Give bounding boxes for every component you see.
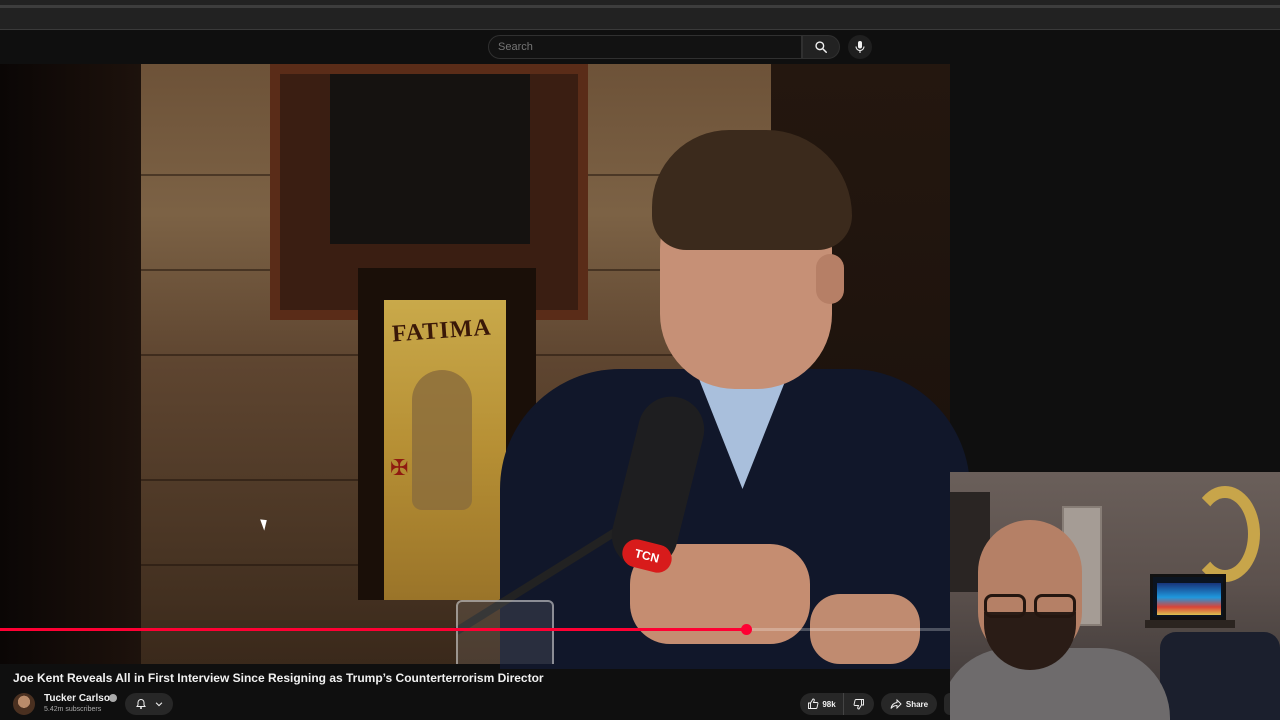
video-dark-edge (0, 64, 141, 664)
poster-cross: ✠ (390, 455, 409, 480)
webcam-sofa (1160, 632, 1280, 720)
poster-portrait (412, 370, 472, 510)
like-dislike-group: 98k (800, 693, 874, 715)
webcam-balloon (1190, 486, 1260, 582)
masthead (0, 30, 1280, 64)
host-figure (500, 64, 970, 669)
search-input[interactable] (488, 35, 802, 59)
tv-fireplace (1157, 583, 1221, 615)
like-count: 98k (822, 699, 836, 709)
dislike-button[interactable] (844, 693, 874, 715)
wall-frame-inner (330, 74, 530, 244)
webcam-overlay (950, 472, 1280, 720)
search-icon (815, 41, 828, 54)
bell-icon (135, 698, 146, 709)
thumbs-down-icon (853, 699, 864, 710)
like-button[interactable]: 98k (800, 693, 844, 715)
streamer-glasses (980, 594, 1080, 618)
thumbs-up-icon (808, 698, 819, 709)
progress-bar[interactable] (0, 624, 950, 635)
voice-search-button[interactable] (848, 35, 872, 59)
search-button[interactable] (802, 35, 840, 59)
browser-top-strip (0, 0, 1280, 30)
channel-avatar[interactable] (13, 693, 35, 715)
channel-name[interactable]: Tucker Carlson (44, 693, 116, 704)
subscriber-count: 5.42m subscribers (44, 706, 102, 713)
host-hair (652, 130, 852, 250)
share-icon (890, 698, 902, 710)
video-title: Joe Kent Reveals All in First Interview … (13, 671, 544, 685)
mic-icon (855, 41, 865, 53)
share-label: Share (905, 699, 929, 709)
subscribed-notifications-button[interactable] (125, 693, 173, 715)
verified-icon (109, 694, 117, 702)
share-button[interactable]: Share (881, 693, 937, 715)
top-divider (0, 5, 1280, 8)
progress-scrubber[interactable] (740, 624, 752, 635)
webcam-tv (1150, 574, 1226, 620)
progress-played (0, 628, 746, 631)
chevron-down-icon (155, 702, 162, 707)
host-ear (816, 254, 844, 304)
webcam-tv-stand (1145, 620, 1235, 628)
water-glass (456, 600, 554, 664)
